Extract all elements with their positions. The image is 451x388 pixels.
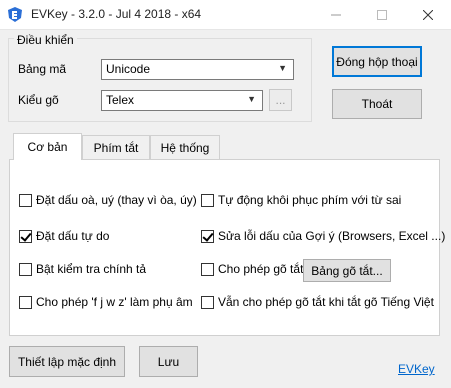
save-button[interactable]: Lưu [139,346,198,377]
option-label: Tự động khôi phục phím với từ sai [218,193,402,207]
minimize-icon [331,14,341,15]
checkbox[interactable] [201,295,214,309]
option-label: Vẫn cho phép gõ tắt khi tắt gõ Tiếng Việ… [218,295,434,309]
option-label: Cho phép 'f j w z' làm phụ âm [36,295,193,309]
option-shortcut-when-off[interactable]: Vẫn cho phép gõ tắt khi tắt gõ Tiếng Việ… [201,295,434,309]
tab-system[interactable]: Hệ thống [150,135,220,159]
option-old-tone-marks[interactable]: Đặt dấu oà, uý (thay vì òa, úy) [19,193,197,207]
checkbox[interactable] [201,262,214,276]
checkbox-checked[interactable] [19,229,32,243]
option-label: Sửa lỗi dấu của Gợi ý (Browsers, Excel .… [218,229,446,243]
option-auto-restore[interactable]: Tự động khôi phục phím với từ sai [201,193,401,207]
title-bar[interactable]: EVKey - 3.2.0 - Jul 4 2018 - x64 [0,0,451,30]
input-method-label: Kiểu gõ [18,93,59,107]
option-allow-shortcut[interactable]: Cho phép gõ tắt [201,262,303,276]
tab-basic[interactable]: Cơ bản [13,133,82,160]
chevron-down-icon: ▼ [278,63,287,73]
input-method-select[interactable]: Telex ▼ [101,90,263,111]
checkbox[interactable] [19,193,32,207]
maximize-icon [377,9,387,20]
close-window-button[interactable] [405,0,451,29]
charset-value: Unicode [106,62,151,76]
charset-label: Bảng mã [18,62,67,76]
option-label: Đặt dấu tự do [36,229,110,243]
checkbox[interactable] [201,193,214,207]
window-title: EVKey - 3.2.0 - Jul 4 2018 - x64 [31,7,202,21]
checkbox[interactable] [19,262,32,276]
tab-panel-basic [9,159,440,336]
option-fix-suggest[interactable]: Sửa lỗi dấu của Gợi ý (Browsers, Excel .… [201,229,445,243]
evkey-link[interactable]: EVKey [398,362,435,376]
minimize-button[interactable] [313,0,359,29]
chevron-down-icon: ▼ [247,94,256,104]
option-label: Bật kiểm tra chính tả [36,262,147,276]
evkey-logo-icon [8,7,22,22]
option-free-tone[interactable]: Đặt dấu tự do [19,229,109,243]
shortcut-table-button[interactable]: Bảng gõ tắt... [303,259,391,282]
controls-group-legend: Điều khiển [14,33,77,47]
option-spell-check[interactable]: Bật kiểm tra chính tả [19,262,146,276]
close-dialog-button[interactable]: Đóng hộp thoại [332,46,422,77]
defaults-button[interactable]: Thiết lập mặc định [9,346,125,377]
checkbox-checked[interactable] [201,229,214,243]
tab-shortcuts[interactable]: Phím tắt [82,135,150,159]
option-label: Đặt dấu oà, uý (thay vì òa, úy) [36,193,197,207]
maximize-button[interactable] [359,0,405,29]
input-method-value: Telex [106,93,135,107]
charset-select[interactable]: Unicode ▼ [101,59,294,80]
close-icon [423,9,433,20]
exit-button[interactable]: Thoát [332,89,422,119]
checkbox[interactable] [19,295,32,309]
more-options-button[interactable]: ... [269,89,292,111]
option-label: Cho phép gõ tắt [218,262,304,276]
option-allow-fjwz[interactable]: Cho phép 'f j w z' làm phụ âm [19,295,193,309]
